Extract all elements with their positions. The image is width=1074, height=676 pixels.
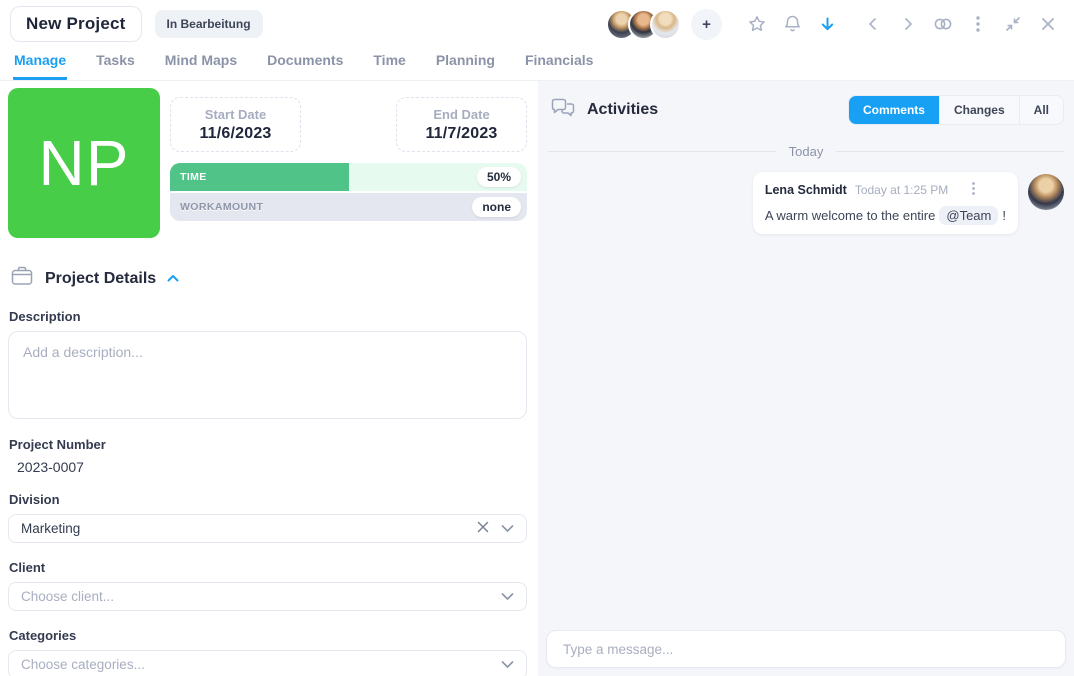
project-avatar[interactable]: NP (8, 88, 160, 238)
star-icon (748, 15, 766, 33)
download-arrow-icon (819, 16, 836, 33)
activities-panel: Activities Comments Changes All Today Le… (538, 81, 1074, 676)
end-date-field[interactable]: End Date 11/7/2023 (396, 97, 527, 152)
top-bar: New Project In Bearbeitung + (0, 0, 1074, 48)
tab-mind-maps[interactable]: Mind Maps (164, 48, 238, 80)
favorite-button[interactable] (743, 10, 771, 38)
member-avatar-group[interactable] (606, 9, 681, 40)
collapse-icon (1005, 16, 1021, 32)
main-content: NP Start Date 11/6/2023 End Date 11/7/20… (0, 81, 1074, 676)
close-window-button[interactable] (1034, 10, 1062, 38)
progress-bars: TIME 50% WORKAMOUNT none (170, 163, 527, 221)
tab-planning[interactable]: Planning (435, 48, 496, 80)
description-input[interactable] (8, 331, 527, 419)
kebab-menu-icon (976, 16, 980, 32)
forward-button[interactable] (894, 10, 922, 38)
tab-time[interactable]: Time (372, 48, 406, 80)
activities-title: Activities (587, 101, 658, 119)
mention-chip[interactable]: @Team (939, 206, 998, 225)
filter-changes[interactable]: Changes (939, 96, 1019, 124)
chevron-left-icon (866, 17, 880, 31)
comment-header: Lena Schmidt Today at 1:25 PM (765, 180, 1006, 200)
project-number-value: 2023-0007 (8, 459, 527, 475)
tab-manage[interactable]: Manage (13, 48, 67, 80)
chevron-down-icon[interactable] (501, 588, 514, 606)
filter-all[interactable]: All (1019, 96, 1063, 124)
start-date-value: 11/6/2023 (175, 125, 296, 143)
project-head-right: Start Date 11/6/2023 End Date 11/7/2023 … (170, 88, 527, 238)
add-member-button[interactable]: + (691, 9, 722, 40)
filter-comments[interactable]: Comments (849, 96, 939, 124)
tab-bar: Manage Tasks Mind Maps Documents Time Pl… (0, 48, 1074, 81)
section-title: Project Details (45, 270, 156, 288)
comment-row: Lena Schmidt Today at 1:25 PM A warm wel… (546, 172, 1066, 234)
message-input-wrap (546, 630, 1066, 668)
description-label: Description (9, 309, 527, 324)
back-button[interactable] (859, 10, 887, 38)
close-icon (1041, 17, 1055, 31)
activity-filter-group: Comments Changes All (848, 95, 1064, 125)
comment-text-before: A warm welcome to the entire (765, 208, 936, 223)
message-input[interactable] (546, 630, 1066, 668)
chevron-up-icon (167, 270, 179, 288)
end-date-label: End Date (401, 107, 522, 122)
divider-line (548, 151, 776, 152)
division-label: Division (9, 492, 527, 507)
division-select[interactable]: Marketing (8, 514, 527, 543)
chat-bubbles-icon (550, 97, 576, 124)
divider-line (836, 151, 1064, 152)
chevron-down-icon[interactable] (501, 520, 514, 538)
notifications-button[interactable] (778, 10, 806, 38)
divider-label: Today (776, 144, 837, 159)
time-progress-value: 50% (477, 167, 521, 187)
division-value: Marketing (21, 521, 477, 536)
project-details-panel: NP Start Date 11/6/2023 End Date 11/7/20… (0, 81, 538, 676)
tab-financials[interactable]: Financials (524, 48, 594, 80)
client-label: Client (9, 560, 527, 575)
time-progress-label: TIME (170, 171, 207, 183)
comment-text-after: ! (1002, 208, 1006, 223)
download-button[interactable] (813, 10, 841, 38)
comment-timestamp: Today at 1:25 PM (855, 183, 948, 197)
bell-icon (784, 15, 801, 33)
briefcase-icon (10, 265, 34, 292)
client-placeholder: Choose client... (21, 589, 501, 604)
start-date-field[interactable]: Start Date 11/6/2023 (170, 97, 301, 152)
project-window: New Project In Bearbeitung + (0, 0, 1074, 676)
time-progress-bar: TIME 50% (170, 163, 527, 191)
project-head: NP Start Date 11/6/2023 End Date 11/7/20… (8, 88, 527, 238)
project-number-label: Project Number (9, 437, 527, 452)
comment-options-button[interactable] (970, 180, 977, 200)
project-details-section-header[interactable]: Project Details (8, 265, 527, 292)
workamount-progress-bar: WORKAMOUNT none (170, 193, 527, 221)
chevron-down-icon[interactable] (501, 656, 514, 674)
collapse-window-button[interactable] (999, 10, 1027, 38)
comment-text: A warm welcome to the entire @Team ! (765, 206, 1006, 225)
member-avatar[interactable] (650, 9, 681, 40)
end-date-value: 11/7/2023 (401, 125, 522, 143)
categories-select[interactable]: Choose categories... (8, 650, 527, 676)
date-row: Start Date 11/6/2023 End Date 11/7/2023 (170, 97, 527, 152)
start-date-label: Start Date (175, 107, 296, 122)
copy-link-button[interactable] (929, 10, 957, 38)
clear-icon[interactable] (477, 520, 489, 538)
status-badge[interactable]: In Bearbeitung (155, 10, 263, 38)
project-title-field[interactable]: New Project (10, 6, 142, 42)
today-divider: Today (546, 144, 1066, 159)
categories-label: Categories (9, 628, 527, 643)
workamount-progress-label: WORKAMOUNT (170, 201, 263, 213)
activities-header: Activities Comments Changes All (546, 89, 1066, 125)
categories-placeholder: Choose categories... (21, 657, 501, 672)
workamount-progress-value: none (472, 197, 521, 217)
comment-card: Lena Schmidt Today at 1:25 PM A warm wel… (753, 172, 1018, 234)
tab-documents[interactable]: Documents (266, 48, 344, 80)
comment-author: Lena Schmidt (765, 183, 847, 197)
link-chain-icon (933, 16, 953, 32)
client-select[interactable]: Choose client... (8, 582, 527, 611)
more-options-button[interactable] (964, 10, 992, 38)
comment-author-avatar[interactable] (1028, 174, 1064, 210)
kebab-menu-icon (972, 182, 975, 198)
chevron-right-icon (901, 17, 915, 31)
tab-tasks[interactable]: Tasks (95, 48, 136, 80)
